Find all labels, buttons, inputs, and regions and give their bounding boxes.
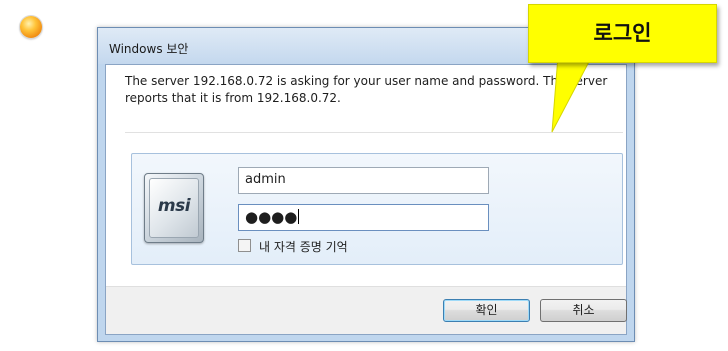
orange-circle-icon (20, 16, 42, 38)
password-mask: ●●●● (245, 208, 298, 226)
ok-button[interactable]: 확인 (443, 299, 530, 322)
remember-label: 내 자격 증명 기억 (259, 240, 348, 254)
msi-logo-icon: msi (157, 196, 191, 216)
remember-checkbox[interactable] (238, 239, 251, 252)
user-tile-frame: msi (149, 178, 199, 238)
remember-credentials[interactable]: 내 자격 증명 기억 (238, 238, 348, 255)
username-input[interactable]: admin (238, 167, 489, 194)
cancel-button[interactable]: 취소 (540, 299, 627, 322)
text-caret (298, 209, 300, 224)
credential-panel: msi admin ●●●● 내 자격 증명 기억 (131, 153, 623, 265)
window-title: Windows 보안 (109, 42, 189, 56)
user-tile: msi (144, 173, 204, 243)
button-bar: 확인 취소 (106, 286, 627, 334)
login-callout: 로그인 (528, 4, 717, 63)
callout-pointer (551, 56, 593, 133)
password-input[interactable]: ●●●● (238, 204, 489, 231)
